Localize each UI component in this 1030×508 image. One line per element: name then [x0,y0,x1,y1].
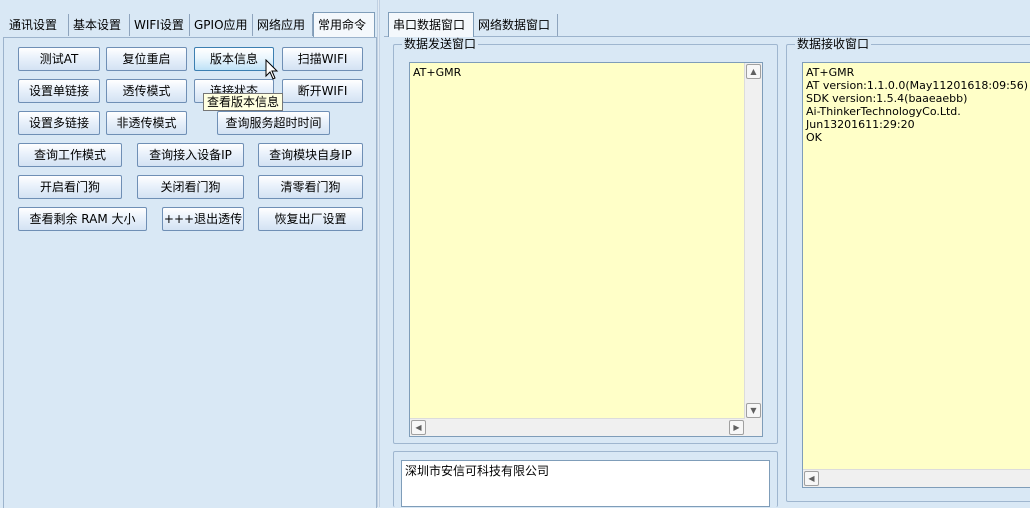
version-info-tooltip: 查看版本信息 [203,93,284,111]
scan-wifi-button[interactable]: 扫描WIFI [282,47,363,71]
mouse-pointer-icon [265,59,279,80]
receive-line: AT+GMR [806,66,855,79]
panel-splitter[interactable] [377,0,380,507]
tab-wifi-settings[interactable]: WIFI设置 [130,14,190,36]
scroll-left-arrow-icon[interactable]: ◀ [804,471,819,486]
scroll-corner [745,419,762,436]
single-link-button[interactable]: 设置单链接 [18,79,100,103]
disable-watchdog-button[interactable]: 关闭看门狗 [137,175,244,199]
test-at-button[interactable]: 测试AT [18,47,100,71]
scroll-down-arrow-icon[interactable]: ▼ [746,403,761,418]
enable-watchdog-button[interactable]: 开启看门狗 [18,175,122,199]
scroll-right-arrow-icon[interactable]: ▶ [729,420,744,435]
tab-network-data[interactable]: 网络数据窗口 [474,14,558,36]
query-server-timeout-button[interactable]: 查询服务超时时间 [217,111,330,135]
send-vertical-scrollbar[interactable]: ▲ ▼ [744,63,762,419]
send-window-group: 数据发送窗口 AT+GMR ▲ ▼ ◀ ▶ [393,37,778,444]
disconnect-wifi-button[interactable]: 断开WIFI [282,79,363,103]
send-window-title: 数据发送窗口 [402,37,479,51]
tab-serial-data[interactable]: 串口数据窗口 [388,12,474,37]
scroll-up-arrow-icon[interactable]: ▲ [746,64,761,79]
tab-network-app[interactable]: 网络应用 [253,14,313,36]
query-free-ram-button[interactable]: 查看剩余 RAM 大小 [18,207,147,231]
query-module-ip-button[interactable]: 查询模块自身IP [258,143,363,167]
company-textbox[interactable]: 深圳市安信可科技有限公司 [401,460,770,507]
receive-line: AT version:1.1.0.0(May11201618:09:56) [806,79,1029,92]
send-horizontal-scrollbar[interactable]: ◀ ▶ [410,418,745,436]
receive-line: Ai-ThinkerTechnologyCo.Ltd. [806,105,961,118]
reset-button[interactable]: 复位重启 [106,47,187,71]
tab-basic-settings[interactable]: 基本设置 [69,14,130,36]
query-connected-ip-button[interactable]: 查询接入设备IP [137,143,244,167]
clear-watchdog-button[interactable]: 清零看门狗 [258,175,363,199]
tab-comm-settings[interactable]: 通讯设置 [5,14,69,36]
receive-line: SDK version:1.5.4(baaeaebb) [806,92,968,105]
right-tab-strip: 串口数据窗口 网络数据窗口 [386,12,1030,37]
receive-horizontal-scrollbar[interactable]: ◀ [803,469,1030,487]
tab-common-commands[interactable]: 常用命令 [313,12,375,37]
scroll-left-arrow-icon[interactable]: ◀ [411,420,426,435]
exit-passthrough-button[interactable]: +++退出透传 [162,207,244,231]
receive-window-group: 数据接收窗口 AT+GMR AT version:1.1.0.0(May1120… [786,37,1030,502]
receive-window-title: 数据接收窗口 [795,37,872,51]
receive-line: Jun13201611:29:20 [806,118,915,131]
non-passthrough-mode-button[interactable]: 非透传模式 [106,111,187,135]
passthrough-mode-button[interactable]: 透传模式 [106,79,187,103]
receive-line: OK [806,131,822,144]
send-textarea[interactable]: AT+GMR ▲ ▼ ◀ ▶ [409,62,763,437]
receive-textarea[interactable]: AT+GMR AT version:1.1.0.0(May11201618:09… [802,62,1030,488]
factory-reset-button[interactable]: 恢复出厂设置 [258,207,363,231]
multi-link-button[interactable]: 设置多链接 [18,111,100,135]
left-tab-strip: 通讯设置 基本设置 WIFI设置 GPIO应用 网络应用 常用命令 [3,12,375,37]
query-work-mode-button[interactable]: 查询工作模式 [18,143,122,167]
common-commands-panel: 测试AT 复位重启 版本信息 扫描WIFI 设置单链接 透传模式 连接状态 断开… [3,37,377,508]
send-content: AT+GMR [413,66,462,79]
tab-gpio[interactable]: GPIO应用 [190,14,253,36]
version-info-button[interactable]: 版本信息 [194,47,274,71]
